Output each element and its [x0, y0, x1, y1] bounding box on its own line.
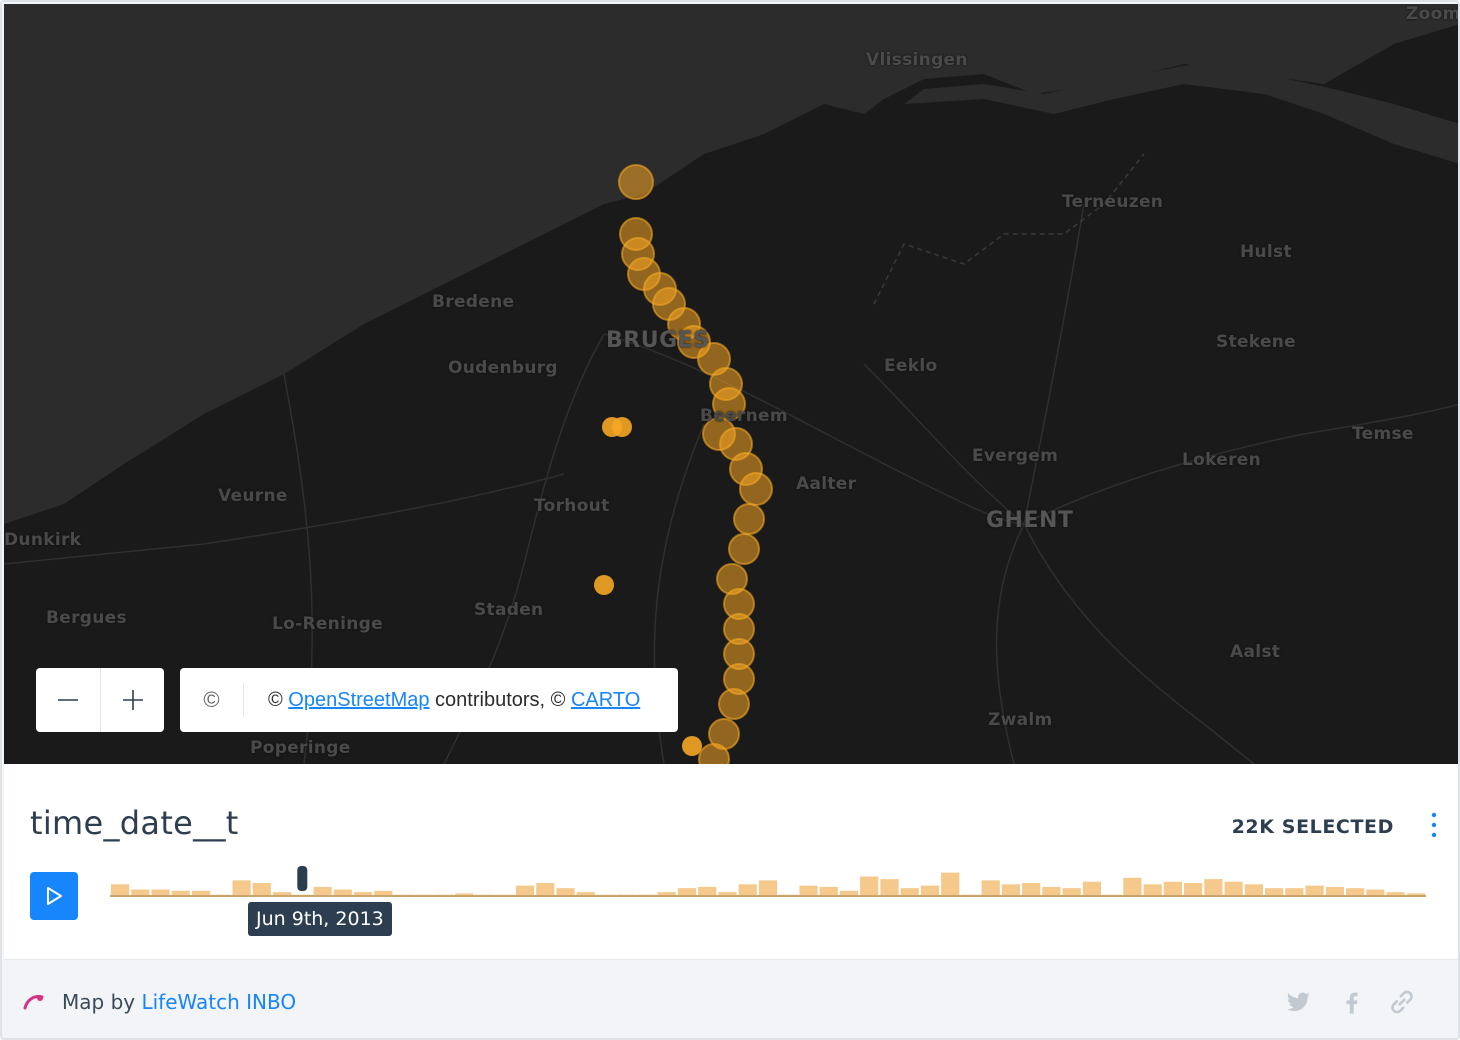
minus-icon	[58, 699, 78, 701]
place-label: Aalter	[796, 474, 857, 494]
place-label: Torhout	[534, 496, 610, 516]
place-label: Beernem	[700, 406, 788, 426]
carto-logo-icon	[23, 995, 44, 1010]
histogram-bar[interactable]	[920, 885, 939, 896]
more-vertical-icon[interactable]	[1426, 810, 1442, 840]
place-label: Stekene	[1216, 332, 1297, 352]
histogram-bar[interactable]	[1244, 884, 1263, 896]
place-label: Terneuzen	[1062, 192, 1164, 212]
attribution-middle: contributors, ©	[429, 688, 571, 711]
place-label: Temse	[1352, 424, 1414, 444]
histogram-bar[interactable]	[252, 883, 271, 896]
histogram-bar[interactable]	[1265, 888, 1284, 896]
place-label: Veurne	[218, 486, 288, 506]
plus-icon	[122, 690, 143, 710]
histogram-bar[interactable]	[1285, 888, 1304, 896]
histogram-bar[interactable]	[819, 886, 838, 896]
place-label: Vlissingen	[866, 50, 968, 70]
histogram-bar[interactable]	[1082, 881, 1101, 896]
histogram-bar[interactable]	[1062, 888, 1081, 896]
place-label: Staden	[474, 600, 544, 620]
histogram-bar[interactable]	[677, 888, 697, 896]
histogram-bar[interactable]	[1022, 883, 1041, 896]
map-widget-frame: Vlissingen Terneuzen Hulst Stekene Brede…	[0, 0, 1460, 1040]
footer: Map by LifeWatch INBO	[4, 960, 1458, 1038]
histogram-bar[interactable]	[1325, 886, 1344, 896]
histogram-bar[interactable]	[1184, 883, 1203, 896]
openstreetmap-link[interactable]: OpenStreetMap	[288, 689, 429, 711]
place-label: GHENT	[986, 508, 1074, 533]
histogram-bar[interactable]	[758, 880, 778, 896]
histogram-bar[interactable]	[1001, 884, 1020, 896]
play-icon	[47, 887, 62, 905]
histogram-bar[interactable]	[313, 886, 332, 896]
histogram-bar[interactable]	[1143, 884, 1162, 896]
place-label: Zoom	[1406, 4, 1460, 24]
histogram[interactable]	[110, 866, 1426, 902]
attribution-text: © OpenStreetMap contributors, © CARTO	[244, 689, 640, 712]
time-series-widget: time_date__t 22K SELECTED Jun 9th, 2013	[4, 764, 1458, 960]
histogram-bar[interactable]	[880, 879, 899, 896]
histogram-bar[interactable]	[1123, 877, 1142, 896]
histogram-bar[interactable]	[232, 880, 251, 896]
place-label: Bergues	[46, 608, 127, 628]
zoom-out-button[interactable]	[36, 668, 100, 732]
place-label: Evergem	[972, 446, 1059, 466]
link-icon[interactable]	[1388, 988, 1416, 1016]
histogram-bar[interactable]	[111, 884, 130, 896]
footer-credit: Map by LifeWatch INBO	[62, 990, 296, 1014]
place-label: Oudenburg	[448, 358, 558, 378]
place-label: BRUGES	[606, 328, 710, 353]
place-label: Eeklo	[884, 356, 938, 376]
place-label: Hulst	[1240, 242, 1292, 262]
time-handle[interactable]	[297, 866, 308, 891]
histogram-bar[interactable]	[941, 872, 960, 896]
histogram-bar[interactable]	[1163, 881, 1182, 896]
histogram-bar[interactable]	[738, 884, 757, 896]
estuary	[904, 64, 1458, 164]
date-tooltip: Jun 9th, 2013	[248, 902, 392, 936]
widget-title: time_date__t	[30, 804, 239, 842]
histogram-bar[interactable]	[1224, 881, 1243, 896]
histogram-bar[interactable]	[900, 888, 919, 896]
place-label: Lokeren	[1182, 450, 1262, 470]
histogram-bar[interactable]	[981, 880, 1000, 896]
attribution-prefix: ©	[268, 688, 289, 711]
map-canvas[interactable]: Vlissingen Terneuzen Hulst Stekene Brede…	[4, 4, 1460, 764]
histogram-bar[interactable]	[1305, 885, 1324, 896]
facebook-icon[interactable]	[1338, 988, 1366, 1016]
credit-prefix: Map by	[62, 990, 142, 1014]
place-label: Bredene	[432, 292, 515, 312]
author-link[interactable]: LifeWatch INBO	[141, 990, 296, 1014]
histogram-bar[interactable]	[536, 883, 555, 896]
selected-count: 22K SELECTED	[1231, 816, 1394, 838]
histogram-bar[interactable]	[799, 885, 818, 896]
zoom-in-button[interactable]	[100, 668, 164, 732]
twitter-icon[interactable]	[1284, 988, 1312, 1016]
place-label: Aalst	[1230, 642, 1281, 662]
play-button[interactable]	[30, 872, 78, 920]
map-attribution: © © OpenStreetMap contributors, © CARTO	[180, 668, 678, 732]
histogram-bar[interactable]	[860, 876, 879, 897]
place-label: Lo-Reninge	[272, 614, 383, 634]
histogram-bar[interactable]	[1042, 886, 1061, 896]
histogram-bar[interactable]	[1346, 888, 1365, 896]
histogram-bar[interactable]	[698, 886, 717, 896]
place-label: Poperinge	[250, 738, 351, 758]
histogram-bar[interactable]	[1204, 879, 1223, 896]
place-label: Dunkirk	[4, 530, 82, 550]
histogram-bar[interactable]	[556, 888, 575, 896]
zoom-control	[36, 668, 164, 732]
copyright-icon[interactable]: ©	[180, 683, 244, 717]
carto-link[interactable]: CARTO	[571, 689, 640, 711]
histogram-bar[interactable]	[515, 885, 535, 896]
place-label: Zwalm	[988, 710, 1053, 730]
